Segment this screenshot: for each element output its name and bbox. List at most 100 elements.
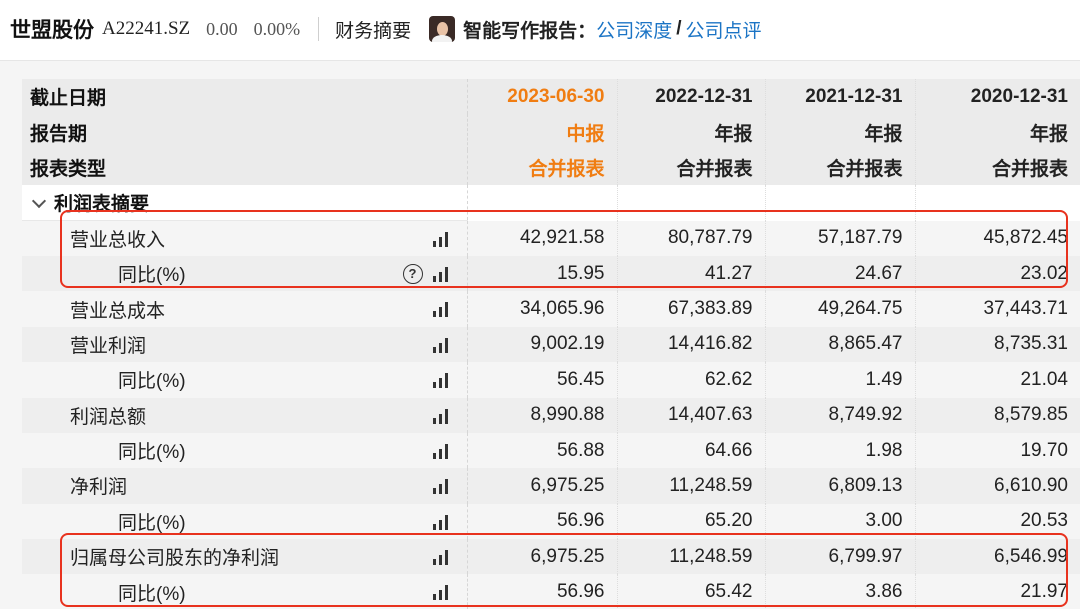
row-label-cell: 营业利润 [22,326,467,363]
header-cell: 合并报表 [764,149,915,186]
row-label: 归属母公司股东的净利润 [70,548,280,570]
row-label-cell: 营业总收入 [22,220,467,256]
ai-report-label: 智能写作报告： [463,20,597,42]
header-cell: 合并报表 [616,149,765,186]
stock-header: 世盟股份 A22241.SZ 0.00 0.00% 财务摘要 智能写作报告： 公… [0,0,1080,58]
value-cell: 3.86 [764,574,915,609]
value-cell: 20.53 [914,503,1080,540]
bar-chart-icon[interactable] [432,478,451,495]
row-label-cell: 净利润 [22,468,467,504]
value-cell: 6,809.13 [764,468,915,504]
header-label: 截止日期 [22,79,467,115]
section-label: 利润表摘要 [54,194,150,216]
value-cell: 8,579.85 [914,397,1080,433]
value-cell: 64.66 [616,432,765,469]
value-cell: 56.96 [466,574,617,609]
header-label: 报表类型 [22,149,467,186]
row-label: 同比(%) [118,371,186,393]
financial-table: 截止日期 2023-06-30 2022-12-31 2021-12-31 2020-1… [22,79,1080,609]
table-row: 营业总收入 42,921.58 80,787.79 57,187.79 45,872.4… [22,220,1080,256]
table-row: 同比(%) 56.96 65.20 3.00 20.53 [22,503,1080,540]
header-row-date: 截止日期 2023-06-30 2022-12-31 2021-12-31 2020-1… [22,79,1080,115]
bar-chart-icon[interactable] [432,301,451,318]
bar-chart-icon[interactable] [432,549,451,566]
value-cell: 1.98 [764,432,915,469]
row-label: 利润总额 [70,406,147,428]
value-cell: 15.95 [466,255,617,292]
company-review-link[interactable]: 公司点评 [685,16,761,43]
value-cell: 41.27 [616,255,765,292]
value-cell: 14,407.63 [616,397,765,433]
value-cell: 21.04 [914,362,1080,398]
row-label-cell: 同比(%)? [22,255,467,292]
header-cell: 年报 [616,114,765,150]
row-label-cell: 同比(%) [22,362,467,398]
bar-chart-icon[interactable] [432,408,451,424]
bar-chart-icon[interactable] [432,514,451,530]
table-row: 同比(%)? 15.95 41.27 24.67 23.02 [22,255,1080,292]
link-separator: / [676,18,682,39]
row-label: 同比(%) [118,442,186,464]
header-cell: 年报 [914,114,1080,150]
value-cell: 19.70 [914,432,1080,469]
row-label: 营业总收入 [70,230,166,251]
header-cell: 2023-06-30 [466,79,617,115]
value-cell: 8,735.31 [914,326,1080,363]
header-cell: 年报 [764,114,915,150]
header-label: 报告期 [22,114,467,150]
row-label-cell: 同比(%) [22,574,467,609]
value-cell: 65.20 [616,503,765,540]
stock-change-pct: 0.00% [253,18,301,39]
row-label: 营业利润 [70,335,147,357]
row-label-cell: 同比(%) [22,432,467,469]
value-cell: 49,264.75 [764,291,915,327]
company-depth-link[interactable]: 公司深度 [596,16,672,43]
chevron-down-icon[interactable] [31,194,47,209]
value-cell: 56.45 [466,362,617,398]
row-label: 同比(%) [118,512,186,534]
table-row: 同比(%) 56.96 65.42 3.86 21.97 [22,574,1080,609]
stock-price: 0.00 [206,18,238,39]
value-cell: 1.49 [764,362,915,398]
value-cell: 6,546.99 [914,539,1080,575]
value-cell: 6,975.25 [466,539,617,575]
bar-chart-icon[interactable] [432,443,451,459]
section-title: 财务摘要 [335,20,412,42]
section-row-income-statement[interactable]: 利润表摘要 [22,185,1080,222]
value-cell: 21.97 [914,574,1080,609]
value-cell: 67,383.89 [616,291,765,327]
value-cell: 80,787.79 [616,220,765,256]
value-cell: 42,921.58 [466,220,617,256]
value-cell: 11,248.59 [616,468,765,504]
value-cell: 45,872.45 [914,220,1080,256]
value-cell: 56.88 [466,432,617,469]
financial-summary-panel: 截止日期 2023-06-30 2022-12-31 2021-12-31 2020-1… [0,60,1080,609]
header-divider [318,17,320,41]
bar-chart-icon[interactable] [432,231,451,248]
header-row-period: 报告期 中报 年报 年报 年报 [22,114,1080,150]
value-cell: 6,610.90 [914,468,1080,504]
value-cell: 11,248.59 [616,539,765,575]
value-cell: 3.00 [764,503,915,540]
table-row: 营业总成本 34,065.96 67,383.89 49,264.75 37,443.7… [22,291,1080,327]
value-cell: 9,002.19 [466,326,617,363]
section-toggle[interactable]: 利润表摘要 [22,185,467,222]
header-cell: 2021-12-31 [764,79,915,115]
row-label: 营业总成本 [70,300,166,322]
header-cell: 2020-12-31 [914,79,1080,115]
bar-chart-icon[interactable] [432,584,451,601]
value-cell: 65.42 [616,574,765,609]
question-circle-icon[interactable]: ? [402,263,423,284]
header-cell: 合并报表 [466,149,617,186]
value-cell: 34,065.96 [466,291,617,327]
bar-chart-icon[interactable] [432,337,451,353]
bar-chart-icon[interactable] [432,372,451,389]
value-cell: 37,443.71 [914,291,1080,327]
header-cell: 中报 [466,114,617,150]
value-cell: 23.02 [914,255,1080,292]
value-cell: 24.67 [764,255,915,292]
bar-chart-icon[interactable] [432,266,451,282]
table-row: 净利润 6,975.25 11,248.59 6,809.13 6,610.90 [22,468,1080,504]
header-cell: 合并报表 [914,149,1080,186]
row-label-cell: 利润总额 [22,397,467,433]
